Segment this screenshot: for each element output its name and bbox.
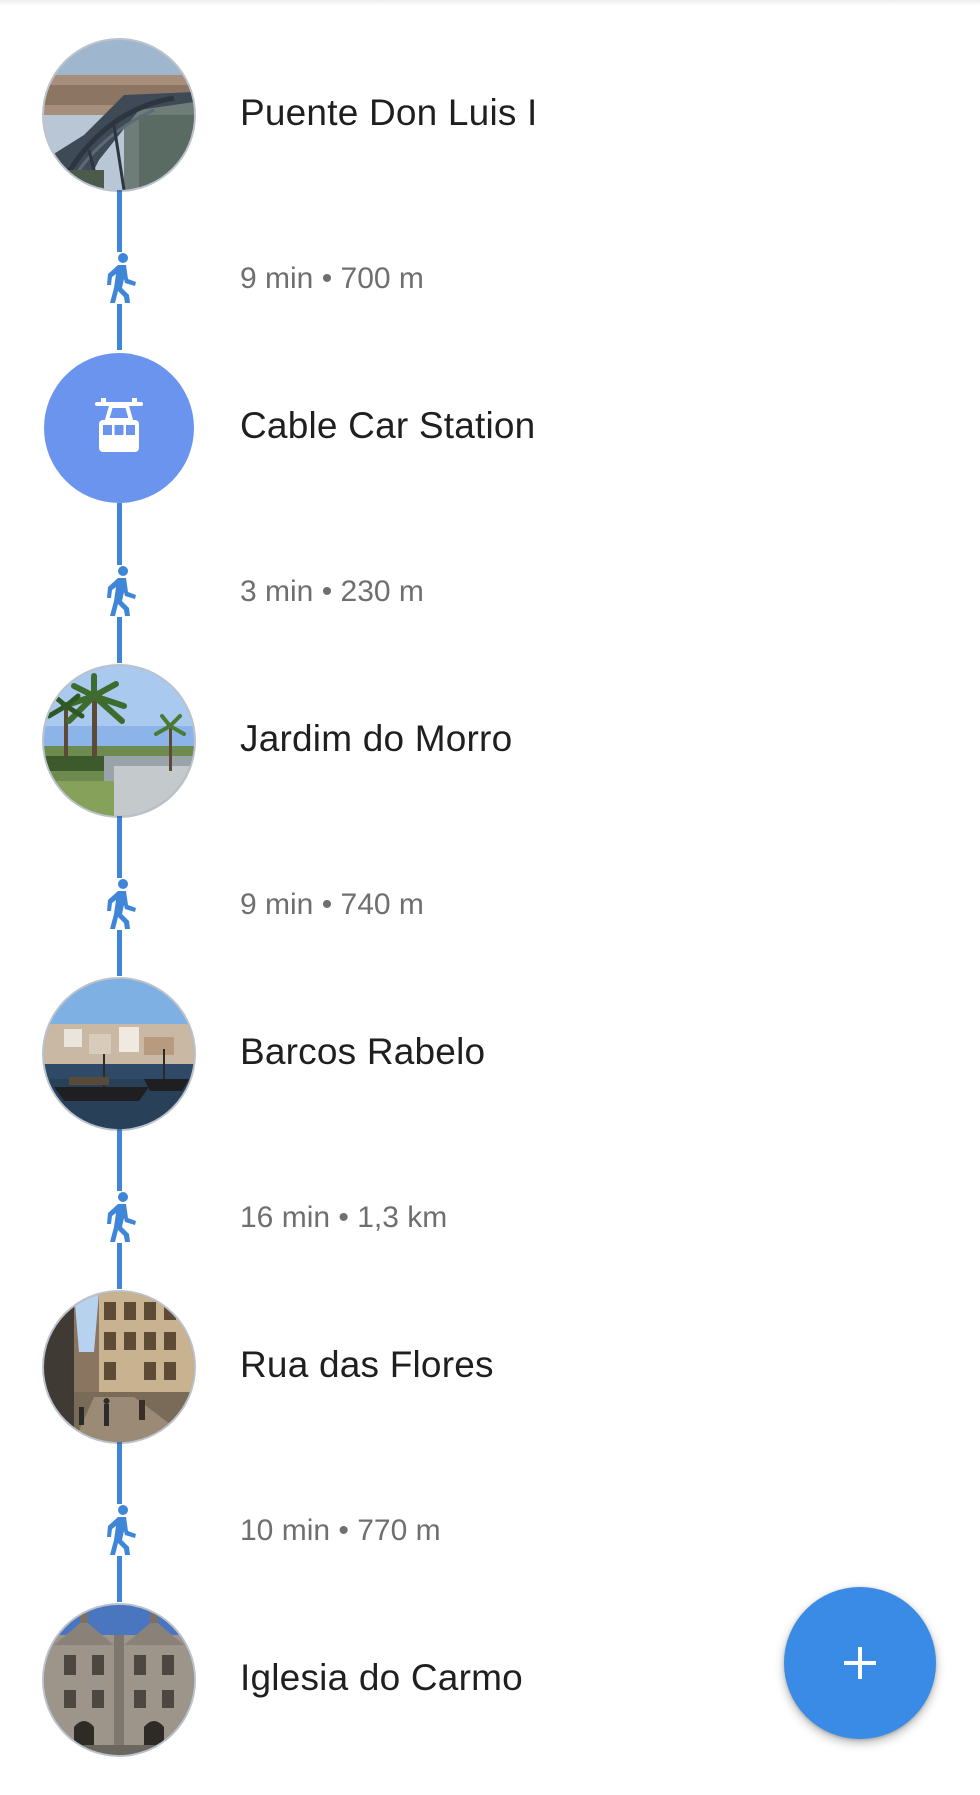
stop-item[interactable]: Barcos Rabelo [0, 979, 980, 1129]
leg-duration-distance: 10 min • 770 m [240, 1514, 441, 1547]
plus-icon [844, 1647, 876, 1679]
leg-duration-distance: 9 min • 700 m [240, 262, 424, 295]
walking-icon [99, 1504, 141, 1556]
stop-title: Iglesia do Carmo [240, 1657, 523, 1698]
walking-icon [99, 565, 141, 617]
street-photo [44, 1292, 194, 1442]
walking-icon [99, 1191, 141, 1243]
bridge-photo [44, 40, 194, 190]
stop-item[interactable]: Puente Don Luis I [0, 40, 980, 190]
stop-item[interactable]: Cable Car Station [0, 353, 980, 503]
leg-duration-distance: 3 min • 230 m [240, 575, 424, 608]
add-stop-button[interactable] [784, 1587, 936, 1739]
boats-photo [44, 979, 194, 1129]
walking-leg: 9 min • 740 m [0, 876, 980, 936]
leg-duration-distance: 16 min • 1,3 km [240, 1201, 448, 1234]
leg-duration-distance: 9 min • 740 m [240, 888, 424, 921]
walking-leg: 16 min • 1,3 km [0, 1189, 980, 1249]
stop-item[interactable]: Jardim do Morro [0, 666, 980, 816]
cable-car-icon [95, 398, 143, 452]
church-photo [44, 1605, 194, 1755]
stop-title: Cable Car Station [240, 405, 536, 446]
stop-title: Jardim do Morro [240, 718, 513, 759]
garden-photo [44, 666, 194, 816]
walking-icon [99, 878, 141, 930]
walking-leg: 3 min • 230 m [0, 563, 980, 623]
stop-item[interactable]: Rua das Flores [0, 1292, 980, 1442]
walking-icon [99, 252, 141, 304]
stop-title: Barcos Rabelo [240, 1031, 486, 1072]
walking-leg: 9 min • 700 m [0, 250, 980, 310]
route-timeline: Puente Don Luis I 9 min • 700 m Cable Ca… [0, 0, 980, 1795]
stop-title: Puente Don Luis I [240, 92, 538, 133]
cable-car-badge [44, 353, 194, 503]
stop-title: Rua das Flores [240, 1344, 494, 1385]
walking-leg: 10 min • 770 m [0, 1502, 980, 1562]
